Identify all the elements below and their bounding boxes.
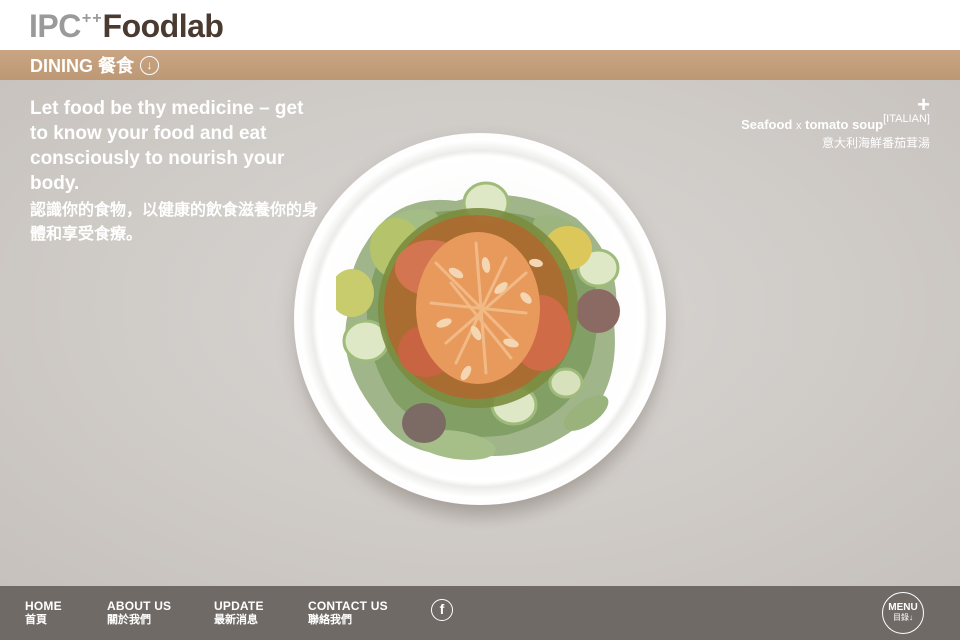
dish-name-part1: Seafood <box>741 117 793 132</box>
nav-update-zh: 最新消息 <box>214 614 258 626</box>
dish-name-part2: tomato soup <box>805 117 884 132</box>
logo[interactable]: IPC ++ Foodlab <box>29 6 224 46</box>
menu-button[interactable]: MENU 目錄↓ <box>882 592 924 634</box>
nav-update[interactable]: UPDATE 最新消息 <box>214 599 264 627</box>
nav-home-zh: 首頁 <box>25 614 47 626</box>
menu-label-en: MENU <box>888 602 918 613</box>
logo-plus: ++ <box>81 10 103 27</box>
section-title: DINING 餐食 <box>30 56 135 76</box>
nav-contact[interactable]: CONTACT US 聯絡我們 <box>308 599 388 627</box>
footer: HOME 首頁 ABOUT US 關於我們 UPDATE 最新消息 CONTAC… <box>0 586 960 640</box>
nav-about-zh: 關於我們 <box>107 614 151 626</box>
dish-info: + Seafood x tomato soup[ITALIAN] 意大利海鮮番茄… <box>741 94 930 151</box>
nav-home[interactable]: HOME 首頁 <box>25 599 62 627</box>
facebook-icon[interactable]: f <box>431 599 453 621</box>
main-content: Let food be thy medicine – get to know y… <box>0 80 960 586</box>
circle-arrow-down-icon[interactable]: ↓ <box>140 55 160 75</box>
intro-chinese: 認識你的食物，以健康的飲食滋養你的身體和享受食療。 <box>30 202 319 243</box>
nav-update-en: UPDATE <box>214 599 264 613</box>
nav-contact-zh: 聯絡我們 <box>308 614 352 626</box>
plus-icon[interactable]: + <box>741 94 930 116</box>
intro-english: Let food be thy medicine – get to know y… <box>30 98 304 194</box>
menu-label-zh: 目錄↓ <box>893 613 913 622</box>
logo-foodlab: Foodlab <box>102 8 224 44</box>
dish-separator: x <box>796 120 802 132</box>
dish-cuisine-tag: [ITALIAN] <box>883 113 930 125</box>
nav-home-en: HOME <box>25 599 62 613</box>
dish-title[interactable]: Seafood x tomato soup[ITALIAN] <box>741 113 930 132</box>
logo-ipc: IPC <box>29 8 81 44</box>
section-bar: DINING 餐食 ↓ <box>0 50 960 80</box>
dish-plate-image[interactable] <box>294 133 666 505</box>
header: IPC ++ Foodlab <box>0 0 960 50</box>
salad-image <box>336 181 620 460</box>
intro-text: Let food be thy medicine – get to know y… <box>30 96 320 247</box>
nav-about[interactable]: ABOUT US 關於我們 <box>107 599 171 627</box>
nav-about-en: ABOUT US <box>107 599 172 613</box>
nav-contact-en: CONTACT US <box>308 599 388 613</box>
dish-name-chinese: 意大利海鮮番茄茸湯 <box>821 136 930 150</box>
